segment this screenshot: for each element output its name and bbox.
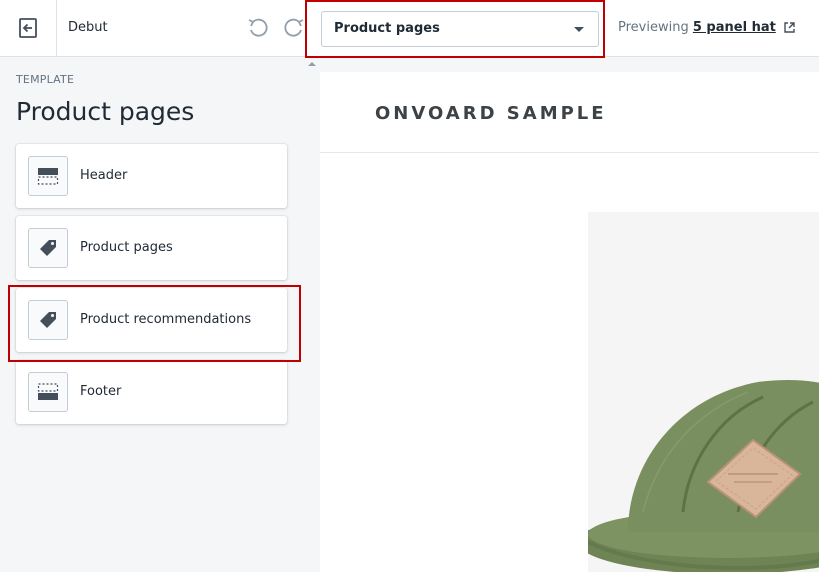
redo-button[interactable] <box>282 15 306 39</box>
section-icon-box <box>28 228 68 268</box>
tag-icon <box>40 240 56 256</box>
section-icon-box <box>28 372 68 412</box>
store-header: ONVOARD SAMPLE <box>320 72 819 153</box>
external-link-icon[interactable] <box>784 22 795 33</box>
scroll-up-arrow-icon[interactable] <box>308 62 316 66</box>
product-image[interactable] <box>588 212 819 572</box>
header-layout-icon <box>37 168 59 185</box>
section-product-pages[interactable]: Product pages <box>16 216 287 280</box>
template-select[interactable]: Product pages <box>321 11 599 47</box>
section-label: Header <box>80 168 128 183</box>
section-header[interactable]: Header <box>16 144 287 208</box>
redo-icon <box>284 18 304 37</box>
template-eyebrow: TEMPLATE <box>16 73 75 86</box>
previewing-label: Previewing <box>618 20 689 35</box>
preview-area: ONVOARD SAMPLE <box>304 57 819 572</box>
sidebar: TEMPLATE Product pages Header Product pa… <box>0 57 304 572</box>
undo-button[interactable] <box>246 15 270 39</box>
section-footer[interactable]: Footer <box>16 360 287 424</box>
section-icon-box <box>28 156 68 196</box>
undo-icon <box>248 18 268 37</box>
footer-layout-icon <box>37 383 59 400</box>
preview-product-link[interactable]: 5 panel hat <box>693 20 776 35</box>
caret-down-icon <box>574 27 584 32</box>
top-bar: Debut Product pages Previewing 5 panel h… <box>0 0 819 58</box>
section-product-recommendations[interactable]: Product recommendations <box>16 288 287 352</box>
store-name[interactable]: ONVOARD SAMPLE <box>375 103 607 124</box>
template-select-highlight: Product pages <box>305 0 605 58</box>
store-preview-frame[interactable]: ONVOARD SAMPLE <box>320 72 819 572</box>
section-icon-box <box>28 300 68 340</box>
section-label: Product recommendations <box>80 312 252 327</box>
section-label: Footer <box>80 384 122 399</box>
theme-name: Debut <box>68 20 108 35</box>
section-label: Product pages <box>80 240 173 255</box>
previewing-info: Previewing 5 panel hat <box>618 20 795 35</box>
exit-button[interactable] <box>0 0 57 56</box>
template-select-value: Product pages <box>334 21 440 36</box>
exit-icon <box>19 18 37 38</box>
tag-icon <box>40 312 56 328</box>
hat-image <box>588 380 819 572</box>
page-title: Product pages <box>16 97 195 126</box>
